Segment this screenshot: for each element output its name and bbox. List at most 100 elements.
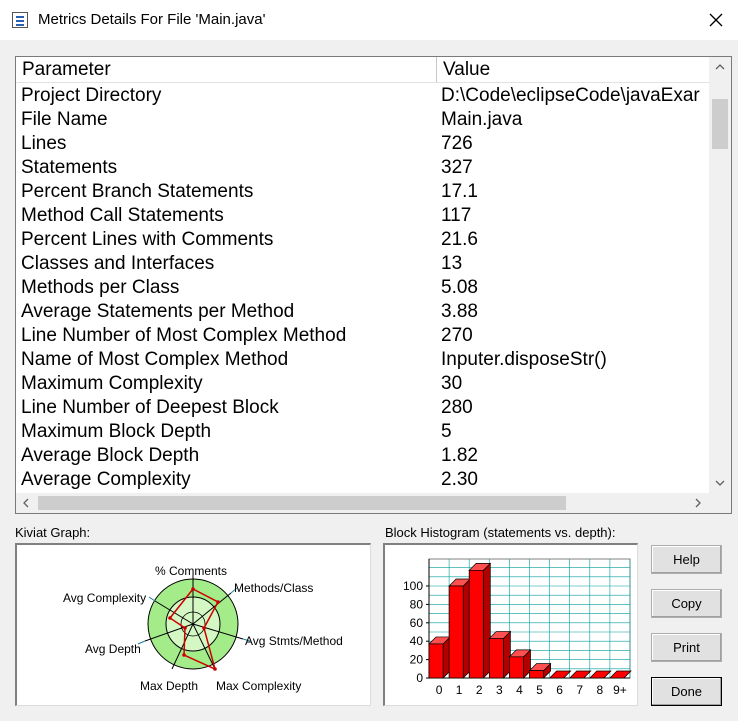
histogram-y-tick-label: 80 (410, 597, 424, 611)
parameter-cell: Statements (21, 157, 118, 178)
vertical-scrollbar[interactable] (709, 57, 731, 493)
table-row[interactable]: Name of Most Complex Method Inputer.dispo… (16, 348, 709, 372)
block-histogram: 0204060801000 1 2 3 4 5 6 7 8 9+ (403, 558, 632, 697)
value-cell: 5.08 (441, 277, 478, 298)
column-header-parameter[interactable]: Parameter (16, 57, 436, 82)
value-cell: Main.java (441, 109, 523, 130)
table-row[interactable]: Percent Lines with Comments 21.6 (16, 228, 709, 252)
table-row[interactable]: Project Directory D:\Code\eclipseCode\jav… (16, 84, 709, 108)
parameter-cell: Classes and Interfaces (21, 253, 215, 274)
kiviat-axis-methods-class: Methods/Class (234, 581, 313, 595)
window-title: Metrics Details For File 'Main.java' (38, 11, 266, 28)
table-row[interactable]: Average Complexity 2.30 (16, 468, 709, 492)
scroll-left-button[interactable] (16, 493, 36, 513)
value-cell: 17.1 (441, 181, 478, 202)
table-row[interactable]: Average Block Depth 1.82 (16, 444, 709, 468)
histogram-bar (428, 643, 444, 679)
value-cell: 117 (441, 205, 472, 226)
table-row[interactable]: Maximum Block Depth 5 (16, 420, 709, 444)
chevron-up-icon (715, 64, 725, 70)
print-button[interactable]: Print (651, 633, 722, 662)
parameter-cell: Methods per Class (21, 277, 180, 298)
histogram-bar (448, 585, 464, 679)
parameter-cell: Name of Most Complex Method (21, 349, 289, 370)
horizontal-scrollbar[interactable] (16, 493, 709, 513)
histogram-x-tick-label: 2 (476, 683, 483, 697)
histogram-x-tick-label: 9+ (613, 683, 627, 697)
chevron-right-icon (695, 498, 701, 508)
scroll-right-button[interactable] (688, 493, 708, 513)
kiviat-axis-avg-complexity: Avg Complexity (63, 591, 146, 605)
table-body: Project Directory D:\Code\eclipseCode\jav… (16, 84, 709, 492)
table-row[interactable]: File Name Main.java (16, 108, 709, 132)
kiviat-graph-panel: % Comments Methods/Class Avg Stmts/Metho… (15, 543, 371, 706)
parameter-cell: File Name (21, 109, 108, 130)
histogram-panel: 0 20 40 60 80 100 0 1 2 3 4 5 6 7 8 9+ (383, 543, 638, 706)
parameter-cell: Project Directory (21, 85, 162, 106)
copy-button[interactable]: Copy (651, 589, 722, 618)
table-row[interactable]: Methods per Class 5.08 (16, 276, 709, 300)
vertical-scroll-thumb[interactable] (712, 99, 728, 149)
histogram-x-tick-label: 6 (556, 683, 563, 697)
kiviat-axis-avg-stmts: Avg Stmts/Method (245, 634, 343, 648)
scrollbar-corner (709, 493, 731, 513)
parameter-cell: Method Call Statements (21, 205, 224, 226)
table-row[interactable]: Maximum Complexity 30 (16, 372, 709, 396)
value-cell: 327 (441, 157, 473, 178)
table-row[interactable]: Classes and Interfaces 13 (16, 252, 709, 276)
value-cell: 3.88 (441, 301, 478, 322)
parameter-cell: Average Statements per Method (21, 301, 295, 322)
parameter-cell: Percent Lines with Comments (21, 229, 274, 250)
histogram-x-tick-label: 1 (456, 683, 463, 697)
kiviat-axis-avg-depth: Avg Depth (85, 642, 141, 656)
app-icon (12, 12, 28, 28)
parameter-cell: Line Number of Most Complex Method (21, 325, 347, 346)
title-bar: Metrics Details For File 'Main.java' (0, 0, 738, 40)
column-header-value[interactable]: Value (436, 57, 709, 82)
table-row[interactable]: Statements 327 (16, 156, 709, 180)
histogram-bar (509, 656, 524, 679)
histogram-label: Block Histogram (statements vs. depth): (385, 525, 616, 540)
value-cell: 1.82 (441, 445, 478, 466)
value-cell: 2.30 (441, 469, 478, 490)
histogram-y-tick-label: 100 (403, 579, 423, 593)
value-cell: 270 (441, 325, 473, 346)
table-row[interactable]: Average Statements per Method 3.88 (16, 300, 709, 324)
kiviat-graph-label: Kiviat Graph: (15, 525, 91, 540)
parameter-cell: Maximum Complexity (21, 373, 203, 394)
table-header: Parameter Value (16, 57, 709, 83)
histogram-x-tick-label: 7 (576, 683, 583, 697)
table-row[interactable]: Percent Branch Statements 17.1 (16, 180, 709, 204)
table-row[interactable]: Line Number of Most Complex Method 270 (16, 324, 709, 348)
value-cell: 5 (441, 421, 452, 442)
histogram-x-tick-label: 4 (516, 683, 523, 697)
value-cell: Inputer.disposeStr() (441, 349, 607, 370)
scroll-down-button[interactable] (709, 473, 731, 493)
parameter-cell: Percent Branch Statements (21, 181, 254, 202)
parameter-cell: Lines (21, 133, 67, 154)
histogram-y-tick-label: 0 (416, 671, 423, 685)
parameter-cell: Average Complexity (21, 469, 191, 490)
metrics-table[interactable]: Parameter Value Project Directory D:\Code… (15, 56, 732, 514)
done-button[interactable]: Done (651, 677, 722, 706)
parameter-cell: Average Block Depth (21, 445, 200, 466)
table-row[interactable]: Method Call Statements 117 (16, 204, 709, 228)
close-button[interactable] (694, 0, 738, 40)
histogram-x-tick-label: 3 (496, 683, 503, 697)
histogram-x-tick-label: 0 (436, 683, 443, 697)
parameter-cell: Line Number of Deepest Block (21, 397, 279, 418)
table-row[interactable]: Lines 726 (16, 132, 709, 156)
scroll-up-button[interactable] (709, 57, 731, 77)
histogram-y-tick-label: 40 (410, 634, 424, 648)
close-icon (709, 13, 723, 27)
chevron-left-icon (23, 498, 29, 508)
horizontal-scroll-thumb[interactable] (38, 496, 566, 510)
chevron-down-icon (715, 480, 725, 486)
help-button[interactable]: Help (651, 545, 722, 574)
histogram-x-tick-label: 8 (597, 683, 604, 697)
histogram-bar (488, 638, 504, 679)
histogram-y-tick-label: 20 (410, 653, 424, 667)
table-row[interactable]: Line Number of Deepest Block 280 (16, 396, 709, 420)
histogram-bar (529, 670, 544, 679)
parameter-cell: Maximum Block Depth (21, 421, 212, 442)
